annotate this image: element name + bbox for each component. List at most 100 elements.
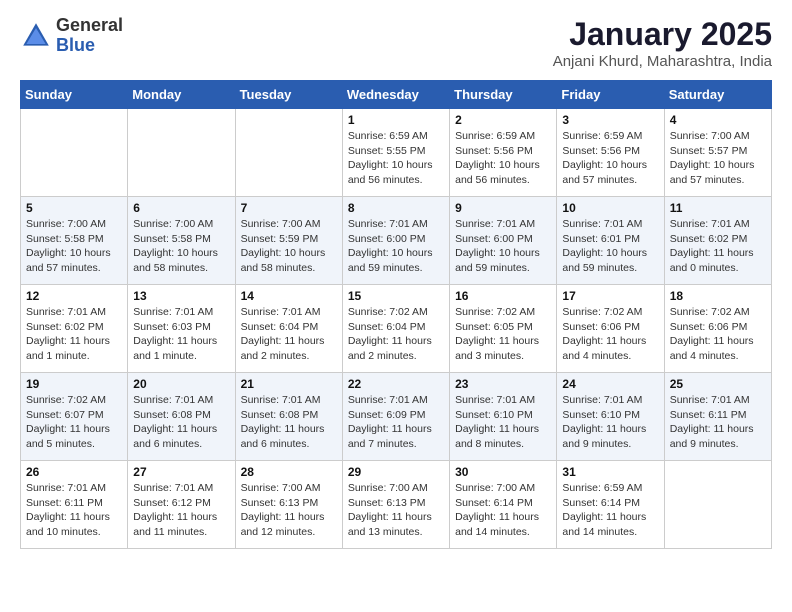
day-info: Sunrise: 7:00 AM Sunset: 5:58 PM Dayligh… — [133, 217, 229, 276]
week-row-2: 5 Sunrise: 7:00 AM Sunset: 5:58 PM Daylig… — [21, 197, 772, 285]
day-number: 25 — [670, 377, 766, 391]
day-cell: 10 Sunrise: 7:01 AM Sunset: 6:01 PM Dayli… — [557, 197, 664, 285]
header-row: SundayMondayTuesdayWednesdayThursdayFrid… — [21, 81, 772, 109]
day-number: 28 — [241, 465, 337, 479]
logo: General Blue — [20, 16, 123, 56]
day-cell: 1Sunrise: 6:59 AM Sunset: 5:55 PM Daylig… — [342, 109, 449, 197]
col-header-friday: Friday — [557, 81, 664, 109]
logo-icon — [20, 20, 52, 52]
day-info: Sunrise: 7:01 AM Sunset: 6:10 PM Dayligh… — [455, 393, 551, 452]
day-cell: 27Sunrise: 7:01 AM Sunset: 6:12 PM Dayli… — [128, 461, 235, 549]
day-cell: 28 Sunrise: 7:00 AM Sunset: 6:13 PM Dayli… — [235, 461, 342, 549]
col-header-wednesday: Wednesday — [342, 81, 449, 109]
day-cell — [21, 109, 128, 197]
calendar-title: January 2025 — [553, 16, 772, 53]
day-info: Sunrise: 7:01 AM Sunset: 6:02 PM Dayligh… — [26, 305, 122, 364]
day-number: 12 — [26, 289, 122, 303]
day-number: 11 — [670, 201, 766, 215]
day-cell: 4Sunrise: 7:00 AM Sunset: 5:57 PM Daylig… — [664, 109, 771, 197]
day-info: Sunrise: 7:01 AM Sunset: 6:08 PM Dayligh… — [241, 393, 337, 452]
day-cell: 17 Sunrise: 7:02 AM Sunset: 6:06 PM Dayli… — [557, 285, 664, 373]
day-info: Sunrise: 6:59 AM Sunset: 5:56 PM Dayligh… — [455, 129, 551, 188]
day-info: Sunrise: 7:01 AM Sunset: 6:00 PM Dayligh… — [348, 217, 444, 276]
day-cell: 24 Sunrise: 7:01 AM Sunset: 6:10 PM Dayli… — [557, 373, 664, 461]
day-cell: 8 Sunrise: 7:01 AM Sunset: 6:00 PM Daylig… — [342, 197, 449, 285]
day-cell: 29 Sunrise: 7:00 AM Sunset: 6:13 PM Dayli… — [342, 461, 449, 549]
day-number: 30 — [455, 465, 551, 479]
day-info: Sunrise: 7:00 AM Sunset: 6:14 PM Dayligh… — [455, 481, 551, 540]
day-cell — [128, 109, 235, 197]
day-info: Sunrise: 7:01 AM Sunset: 6:10 PM Dayligh… — [562, 393, 658, 452]
day-number: 13 — [133, 289, 229, 303]
day-info: Sunrise: 7:02 AM Sunset: 6:06 PM Dayligh… — [562, 305, 658, 364]
day-cell: 3 Sunrise: 6:59 AM Sunset: 5:56 PM Daylig… — [557, 109, 664, 197]
day-info: Sunrise: 7:01 AM Sunset: 6:11 PM Dayligh… — [670, 393, 766, 452]
day-info: Sunrise: 7:01 AM Sunset: 6:12 PM Dayligh… — [133, 481, 229, 540]
day-number: 14 — [241, 289, 337, 303]
calendar-table: SundayMondayTuesdayWednesdayThursdayFrid… — [20, 80, 772, 549]
day-cell: 5 Sunrise: 7:00 AM Sunset: 5:58 PM Daylig… — [21, 197, 128, 285]
day-number: 23 — [455, 377, 551, 391]
day-info: Sunrise: 7:01 AM Sunset: 6:08 PM Dayligh… — [133, 393, 229, 452]
day-number: 10 — [562, 201, 658, 215]
day-info: Sunrise: 7:02 AM Sunset: 6:06 PM Dayligh… — [670, 305, 766, 364]
title-block: January 2025 Anjani Khurd, Maharashtra, … — [553, 16, 772, 70]
day-number: 31 — [562, 465, 658, 479]
day-number: 4 — [670, 113, 766, 127]
day-info: Sunrise: 7:01 AM Sunset: 6:02 PM Dayligh… — [670, 217, 766, 276]
day-number: 15 — [348, 289, 444, 303]
day-info: Sunrise: 7:00 AM Sunset: 6:13 PM Dayligh… — [348, 481, 444, 540]
day-number: 7 — [241, 201, 337, 215]
logo-text: General Blue — [56, 16, 123, 56]
day-info: Sunrise: 7:01 AM Sunset: 6:09 PM Dayligh… — [348, 393, 444, 452]
day-number: 8 — [348, 201, 444, 215]
day-info: Sunrise: 7:00 AM Sunset: 6:13 PM Dayligh… — [241, 481, 337, 540]
day-number: 24 — [562, 377, 658, 391]
day-number: 20 — [133, 377, 229, 391]
day-cell: 2 Sunrise: 6:59 AM Sunset: 5:56 PM Daylig… — [450, 109, 557, 197]
day-number: 3 — [562, 113, 658, 127]
day-number: 5 — [26, 201, 122, 215]
day-cell: 25 Sunrise: 7:01 AM Sunset: 6:11 PM Dayli… — [664, 373, 771, 461]
day-info: Sunrise: 7:01 AM Sunset: 6:00 PM Dayligh… — [455, 217, 551, 276]
day-number: 18 — [670, 289, 766, 303]
day-number: 29 — [348, 465, 444, 479]
col-header-thursday: Thursday — [450, 81, 557, 109]
day-cell: 12 Sunrise: 7:01 AM Sunset: 6:02 PM Dayli… — [21, 285, 128, 373]
day-cell — [235, 109, 342, 197]
col-header-saturday: Saturday — [664, 81, 771, 109]
day-cell: 15 Sunrise: 7:02 AM Sunset: 6:04 PM Dayli… — [342, 285, 449, 373]
col-header-tuesday: Tuesday — [235, 81, 342, 109]
day-cell: 19Sunrise: 7:02 AM Sunset: 6:07 PM Dayli… — [21, 373, 128, 461]
day-cell: 30 Sunrise: 7:00 AM Sunset: 6:14 PM Dayli… — [450, 461, 557, 549]
week-row-4: 19Sunrise: 7:02 AM Sunset: 6:07 PM Dayli… — [21, 373, 772, 461]
day-cell: 11 Sunrise: 7:01 AM Sunset: 6:02 PM Dayli… — [664, 197, 771, 285]
day-info: Sunrise: 7:01 AM Sunset: 6:01 PM Dayligh… — [562, 217, 658, 276]
day-cell — [664, 461, 771, 549]
day-number: 17 — [562, 289, 658, 303]
day-info: Sunrise: 6:59 AM Sunset: 5:55 PM Dayligh… — [348, 129, 444, 188]
day-info: Sunrise: 7:00 AM Sunset: 5:58 PM Dayligh… — [26, 217, 122, 276]
header: General Blue January 2025 Anjani Khurd, … — [20, 16, 772, 70]
day-cell: 16Sunrise: 7:02 AM Sunset: 6:05 PM Dayli… — [450, 285, 557, 373]
day-cell: 22 Sunrise: 7:01 AM Sunset: 6:09 PM Dayli… — [342, 373, 449, 461]
day-cell: 13 Sunrise: 7:01 AM Sunset: 6:03 PM Dayli… — [128, 285, 235, 373]
day-number: 26 — [26, 465, 122, 479]
calendar-header: SundayMondayTuesdayWednesdayThursdayFrid… — [21, 81, 772, 109]
calendar-subtitle: Anjani Khurd, Maharashtra, India — [553, 53, 772, 70]
day-info: Sunrise: 6:59 AM Sunset: 5:56 PM Dayligh… — [562, 129, 658, 188]
day-cell: 9Sunrise: 7:01 AM Sunset: 6:00 PM Daylig… — [450, 197, 557, 285]
day-cell: 20 Sunrise: 7:01 AM Sunset: 6:08 PM Dayli… — [128, 373, 235, 461]
day-info: Sunrise: 7:01 AM Sunset: 6:03 PM Dayligh… — [133, 305, 229, 364]
week-row-3: 12 Sunrise: 7:01 AM Sunset: 6:02 PM Dayli… — [21, 285, 772, 373]
day-number: 2 — [455, 113, 551, 127]
day-number: 19 — [26, 377, 122, 391]
day-cell: 18 Sunrise: 7:02 AM Sunset: 6:06 PM Dayli… — [664, 285, 771, 373]
day-info: Sunrise: 7:02 AM Sunset: 6:04 PM Dayligh… — [348, 305, 444, 364]
page: General Blue January 2025 Anjani Khurd, … — [0, 0, 792, 565]
day-cell: 26Sunrise: 7:01 AM Sunset: 6:11 PM Dayli… — [21, 461, 128, 549]
col-header-monday: Monday — [128, 81, 235, 109]
day-number: 21 — [241, 377, 337, 391]
day-info: Sunrise: 7:00 AM Sunset: 5:59 PM Dayligh… — [241, 217, 337, 276]
day-number: 22 — [348, 377, 444, 391]
